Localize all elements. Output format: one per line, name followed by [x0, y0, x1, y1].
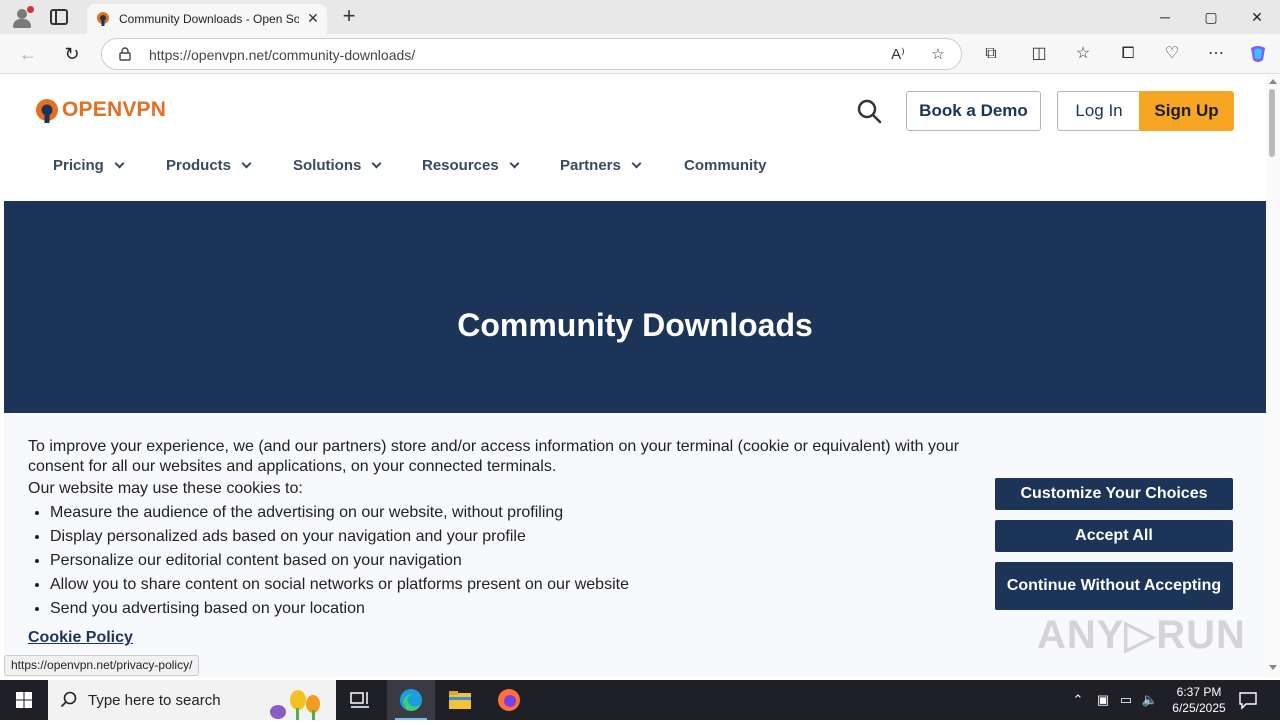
address-bar[interactable]: https://openvpn.net/community-downloads/…	[101, 38, 962, 70]
windows-taskbar: Type here to search ⌃ ▣ ▭ 🔈 6:37 PM 6/25…	[0, 680, 1280, 720]
nav-item-label: Resources	[422, 157, 499, 174]
chevron-down-icon	[371, 158, 382, 169]
close-window-button[interactable]: ✕	[1234, 0, 1280, 34]
main-navigation: Pricing Products Solutions Resources Par…	[4, 153, 1266, 179]
list-item: Send you advertising based on your locat…	[50, 597, 950, 621]
profile-icon[interactable]	[10, 6, 34, 28]
chevron-down-icon	[114, 158, 125, 169]
taskbar-search-placeholder: Type here to search	[88, 692, 221, 709]
chevron-down-icon	[509, 158, 520, 169]
accept-all-button[interactable]: Accept All	[995, 520, 1233, 552]
nav-item-products[interactable]: Products	[166, 153, 252, 179]
site-info-icon[interactable]	[118, 47, 132, 61]
chevron-down-icon	[631, 158, 642, 169]
close-tab-icon[interactable]: ✕	[303, 8, 323, 28]
nav-item-label: Solutions	[293, 157, 362, 174]
tab-actions-icon[interactable]	[50, 9, 68, 25]
openvpn-logo-icon	[36, 99, 58, 123]
maximize-button[interactable]: ▢	[1188, 0, 1234, 34]
start-button[interactable]	[0, 680, 48, 720]
minimize-button[interactable]: ─	[1142, 0, 1188, 34]
cookie-intro-text: To improve your experience, we (and our …	[28, 438, 960, 475]
nav-item-label: Products	[166, 157, 232, 174]
chevron-down-icon	[241, 158, 252, 169]
notifications-icon[interactable]	[1238, 690, 1258, 710]
split-screen-icon[interactable]: ◫	[1027, 42, 1051, 66]
nav-item-community[interactable]: Community	[684, 153, 767, 179]
scrollbar-thumb[interactable]	[1269, 89, 1275, 157]
copilot-icon[interactable]	[1246, 42, 1270, 66]
flowers-illustration-icon	[270, 690, 320, 720]
nav-item-pricing[interactable]: Pricing	[53, 153, 125, 179]
nav-item-solutions[interactable]: Solutions	[293, 153, 382, 179]
cookie-purpose-list: Measure the audience of the advertising …	[50, 501, 950, 621]
tab-title: Community Downloads - Open Source VPN	[119, 12, 299, 26]
list-item: Display personalized ads based on your n…	[50, 525, 950, 549]
edge-taskbar-icon[interactable]	[387, 680, 435, 720]
sign-up-button[interactable]: Sign Up	[1139, 91, 1234, 131]
book-demo-button[interactable]: Book a Demo	[906, 91, 1041, 131]
scroll-down-icon[interactable]	[1269, 665, 1277, 670]
read-aloud-icon[interactable]: A⁾	[887, 44, 909, 66]
anyrun-watermark: ANY▷RUN	[1037, 613, 1246, 657]
windows-logo-icon	[16, 692, 32, 708]
scroll-up-icon[interactable]	[1269, 79, 1277, 84]
browser-tab-bar: Community Downloads - Open Source VPN ✕ …	[0, 0, 1280, 34]
nav-item-label: Pricing	[53, 157, 104, 174]
logo-text: OPENVPN	[62, 98, 167, 121]
firefox-icon[interactable]	[485, 680, 533, 720]
cookie-policy-link[interactable]: Cookie Policy	[28, 629, 133, 647]
web-page: OPENVPN Book a Demo Log In Sign Up Prici…	[4, 75, 1266, 677]
favorites-icon[interactable]: ☆	[1071, 42, 1095, 66]
url-text[interactable]: https://openvpn.net/community-downloads/	[149, 47, 415, 63]
new-tab-button[interactable]: +	[338, 5, 360, 27]
taskbar-search-box[interactable]: Type here to search	[48, 680, 336, 720]
link-status-tooltip: https://openvpn.net/privacy-policy/	[4, 655, 200, 676]
show-hidden-icons-icon[interactable]: ⌃	[1068, 690, 1088, 710]
log-in-button[interactable]: Log In	[1057, 91, 1140, 131]
clock-time: 6:37 PM	[1176, 685, 1222, 699]
task-view-icon[interactable]	[336, 680, 384, 720]
page-scrollbar[interactable]	[1266, 75, 1280, 677]
nav-item-partners[interactable]: Partners	[560, 153, 642, 179]
continue-without-accepting-button[interactable]: Continue Without Accepting	[995, 562, 1233, 610]
clock-date: 6/25/2025	[1172, 701, 1226, 715]
network-icon[interactable]: ▭	[1116, 690, 1136, 710]
list-item: Allow you to share content on social net…	[50, 573, 950, 597]
hero-banner: Community Downloads	[4, 201, 1266, 413]
browser-toolbar: ← ↻ https://openvpn.net/community-downlo…	[0, 34, 1280, 74]
search-icon	[60, 691, 77, 708]
reload-button[interactable]: ↻	[60, 42, 84, 66]
back-button[interactable]: ←	[16, 42, 40, 66]
system-clock[interactable]: 6:37 PM 6/25/2025	[1164, 684, 1234, 716]
browser-tab-active[interactable]: Community Downloads - Open Source VPN ✕	[87, 4, 327, 34]
browser-essentials-icon[interactable]: ♡	[1160, 42, 1184, 66]
openvpn-favicon-icon	[97, 12, 109, 26]
cookie-purpose-heading: Our website may use these cookies to:	[28, 480, 303, 497]
volume-icon[interactable]: 🔈	[1140, 690, 1160, 710]
more-menu-icon[interactable]: ⋯	[1204, 42, 1228, 66]
nav-item-label: Partners	[560, 157, 621, 174]
list-item: Measure the audience of the advertising …	[50, 501, 950, 525]
search-icon[interactable]	[856, 98, 882, 124]
page-title: Community Downloads	[457, 307, 813, 343]
customize-choices-button[interactable]: Customize Your Choices	[995, 478, 1233, 510]
device-icon[interactable]: ▣	[1093, 690, 1113, 710]
nav-item-resources[interactable]: Resources	[422, 153, 520, 179]
file-explorer-icon[interactable]	[436, 680, 484, 720]
extensions-icon[interactable]: ⧉	[979, 42, 1003, 66]
favorite-star-icon[interactable]: ☆	[927, 44, 949, 66]
collections-icon[interactable]: ⧠	[1116, 42, 1140, 66]
list-item: Personalize our editorial content based …	[50, 549, 950, 573]
